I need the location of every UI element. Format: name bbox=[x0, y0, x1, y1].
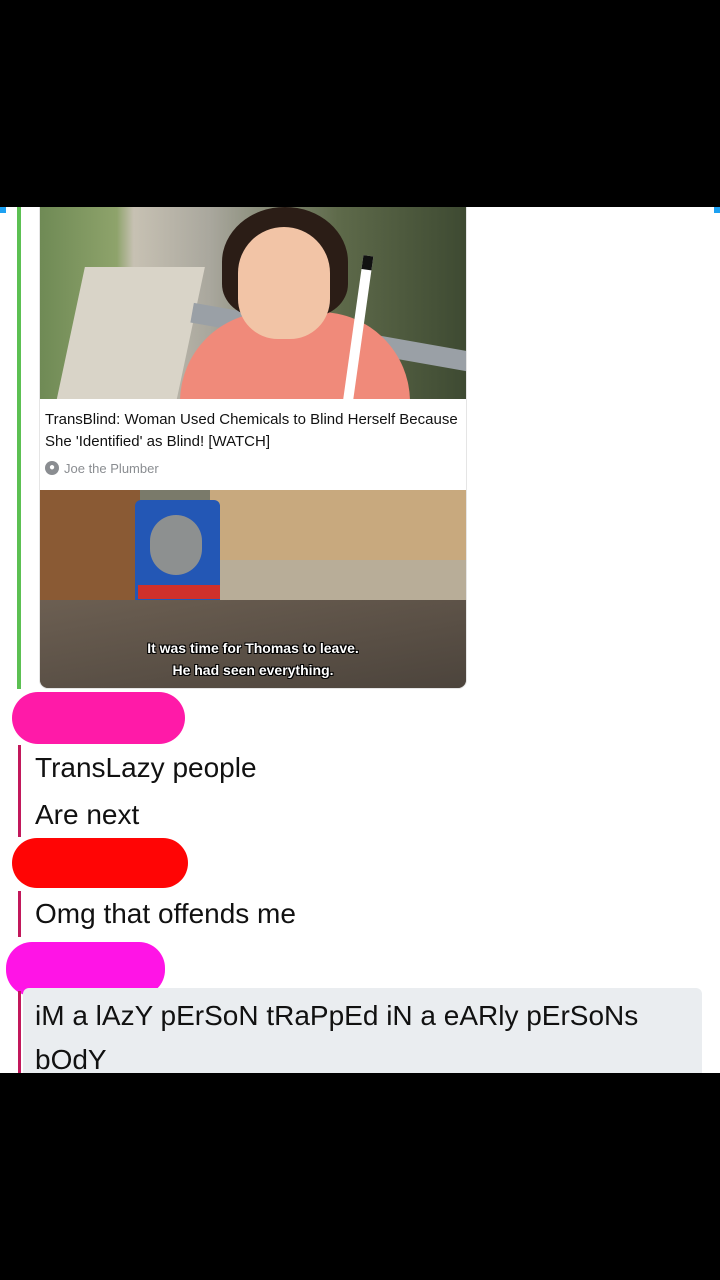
redacted-username-1 bbox=[12, 692, 185, 744]
message-4[interactable]: iM a lAzY pErSoN tRaPpEd iN a eARly pErS… bbox=[35, 994, 675, 1073]
meme-caption-line-1: It was time for Thomas to leave. bbox=[147, 640, 359, 656]
chat-screen: TransBlind: Woman Used Chemicals to Blin… bbox=[0, 207, 720, 1073]
reply-bar-2 bbox=[18, 891, 21, 937]
reply-bar-1 bbox=[18, 745, 21, 837]
message-2[interactable]: Are next bbox=[35, 798, 139, 832]
source-name: Joe the Plumber bbox=[64, 460, 159, 476]
meme-caption-line-2: He had seen everything. bbox=[172, 662, 334, 678]
message-1[interactable]: TransLazy people bbox=[35, 751, 257, 785]
message-3[interactable]: Omg that offends me bbox=[35, 897, 296, 931]
article-photo bbox=[40, 207, 466, 399]
reply-bar-3 bbox=[18, 991, 21, 1073]
redacted-username-2 bbox=[12, 838, 188, 888]
thread-indicator-green bbox=[17, 207, 21, 689]
article-headline[interactable]: TransBlind: Woman Used Chemicals to Blin… bbox=[45, 409, 461, 453]
source-globe-icon: ● bbox=[45, 461, 59, 475]
article-source: ● Joe the Plumber bbox=[45, 458, 159, 478]
meme-image: It was time for Thomas to leave. He had … bbox=[40, 490, 466, 688]
shared-link-card[interactable]: TransBlind: Woman Used Chemicals to Blin… bbox=[40, 207, 466, 688]
